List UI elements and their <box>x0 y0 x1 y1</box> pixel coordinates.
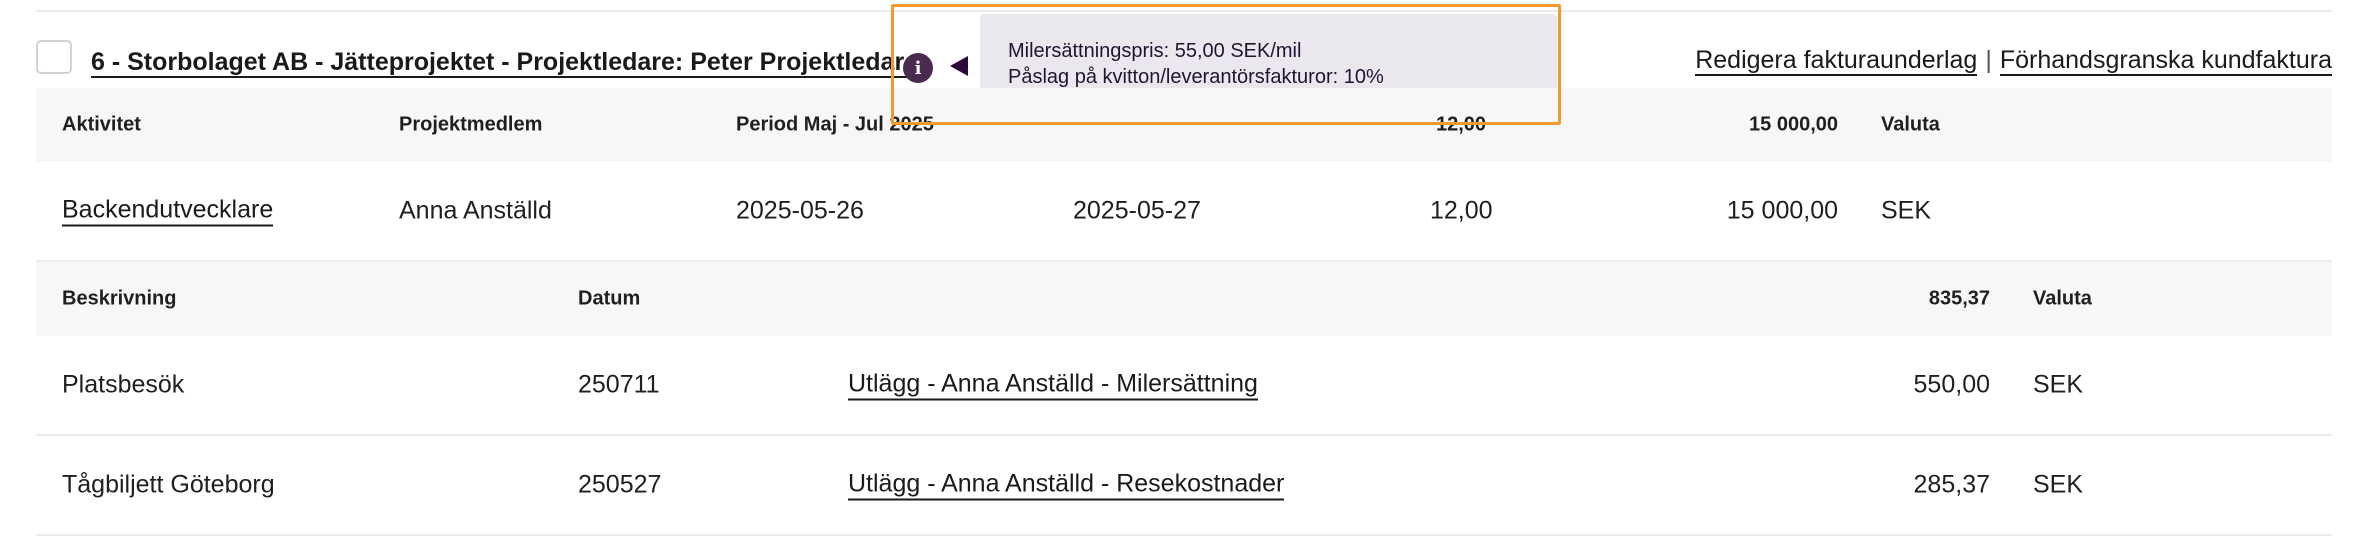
expense-currency: SEK <box>2033 470 2084 499</box>
member: Anna Anställd <box>399 196 552 225</box>
activity-link[interactable]: Backendutvecklare <box>62 196 274 227</box>
col-expense-total: 835,37 <box>1928 287 1990 310</box>
tooltip-mileage-price: Milersättningspris: 55,00 SEK/mil <box>1008 40 1302 62</box>
expense-link[interactable]: Utlägg - Anna Anställd - Resekostnader <box>848 470 1285 501</box>
top-divider <box>36 10 2332 12</box>
link-separator: | <box>1985 46 1992 74</box>
project-select-checkbox[interactable] <box>36 40 72 74</box>
col-activity: Aktivitet <box>62 113 141 136</box>
amount: 15 000,00 <box>1726 196 1838 225</box>
expense-date: 250527 <box>578 470 662 499</box>
expense-link[interactable]: Utlägg - Anna Anställd - Milersättning <box>848 370 1258 401</box>
edit-invoice-basis-link[interactable]: Redigera fakturaunderlag <box>1695 46 1978 76</box>
col-expense-currency: Valuta <box>2033 287 2092 310</box>
col-member: Projektmedlem <box>399 113 543 136</box>
col-hours-total: 12,00 <box>1436 113 1487 136</box>
expense-description: Platsbesök <box>62 370 185 399</box>
expense-date: 250711 <box>578 370 660 399</box>
expense-description: Tågbiljett Göteborg <box>62 470 275 499</box>
col-period: Period Maj - Jul 2025 <box>736 113 934 136</box>
end-date: 2025-05-27 <box>1073 196 1201 225</box>
col-description: Beskrivning <box>62 287 177 310</box>
preview-customer-invoice-link[interactable]: Förhandsgranska kundfaktura <box>1999 46 2332 76</box>
currency: SEK <box>1881 196 1932 225</box>
tooltip-caret <box>950 56 968 76</box>
expense-amount: 550,00 <box>1913 370 1990 399</box>
expense-currency: SEK <box>2033 370 2084 399</box>
table-row: Tågbiljett Göteborg 250527 Utlägg - Anna… <box>36 436 2332 536</box>
info-icon[interactable]: i <box>903 53 933 83</box>
hours: 12,00 <box>1430 196 1493 225</box>
header-links: Redigera fakturaunderlag | Förhandsgranska… <box>1695 46 2332 76</box>
project-title[interactable]: 6 - Storbolaget AB - Jätteprojektet - Pr… <box>91 48 919 78</box>
col-amount-total: 15 000,00 <box>1749 113 1838 136</box>
expenses-header-row: Beskrivning Datum 835,37 Valuta <box>36 262 2332 336</box>
start-date: 2025-05-26 <box>736 196 864 225</box>
table-row: Backendutvecklare Anna Anställd 2025-05-… <box>36 162 2332 262</box>
activities-header-row: Aktivitet Projektmedlem Period Maj - Jul… <box>36 88 2332 162</box>
col-date: Datum <box>578 287 641 310</box>
tooltip-markup: Påslag på kvitton/leverantörsfakturor: 1… <box>1008 66 1384 88</box>
table-row: Platsbesök 250711 Utlägg - Anna Anställd… <box>36 336 2332 436</box>
expense-amount: 285,37 <box>1913 470 1990 499</box>
col-currency: Valuta <box>1881 113 1940 136</box>
